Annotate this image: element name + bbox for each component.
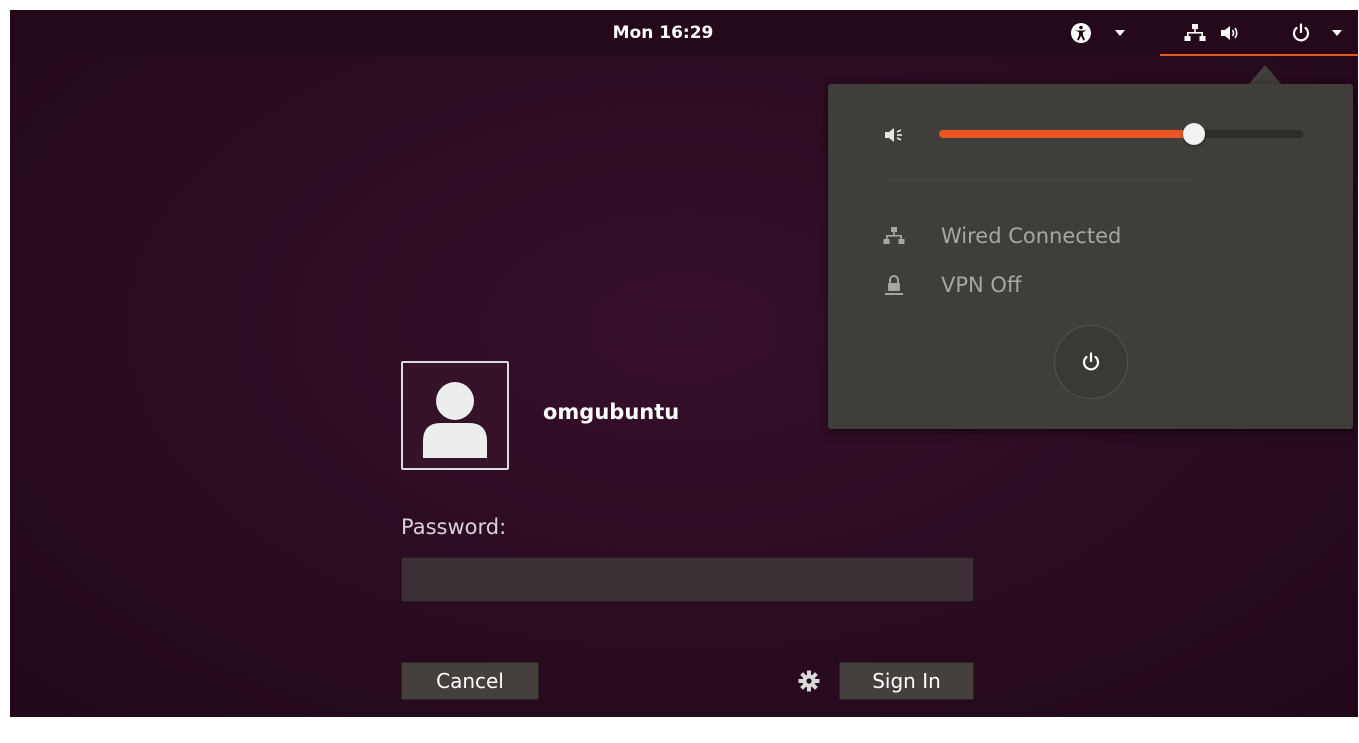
cancel-button[interactable]: Cancel: [401, 662, 539, 700]
top-bar: Mon 16:29: [10, 10, 1358, 56]
network-wired-icon: [880, 224, 908, 248]
vpn-menu-item[interactable]: VPN Off: [880, 270, 1021, 300]
network-status-label: Wired Connected: [941, 224, 1122, 248]
volume-slider-fill: [939, 130, 1194, 138]
user-avatar: [401, 361, 509, 470]
system-menu: Wired Connected VPN Off: [828, 84, 1353, 429]
power-off-button[interactable]: [1054, 325, 1128, 399]
popup-pointer: [1248, 65, 1282, 85]
vpn-status-label: VPN Off: [941, 273, 1022, 297]
volume-low-icon: [884, 124, 906, 146]
password-label: Password:: [401, 515, 507, 539]
accessibility-menu-arrow-icon[interactable]: [1115, 30, 1125, 36]
power-icon: [1082, 352, 1100, 371]
vpn-lock-icon: [880, 273, 908, 297]
system-menu-arrow-icon[interactable]: [1332, 30, 1342, 36]
volume-slider[interactable]: [939, 123, 1303, 145]
clock[interactable]: Mon 16:29: [10, 10, 1358, 56]
network-wired-icon[interactable]: [1183, 22, 1207, 44]
network-menu-item[interactable]: Wired Connected: [880, 221, 1121, 251]
sign-in-button[interactable]: Sign In: [839, 662, 974, 700]
username-label: omgubuntu: [543, 400, 680, 424]
volume-slider-handle[interactable]: [1182, 123, 1205, 145]
login-screen: Mon 16:29 Wired Connected VPN Off omgubu…: [10, 10, 1358, 717]
password-input[interactable]: [401, 557, 974, 602]
gear-icon[interactable]: [797, 669, 821, 693]
user-avatar-icon: [423, 382, 487, 458]
volume-icon[interactable]: [1218, 22, 1242, 44]
menu-separator: [883, 180, 1193, 181]
accessibility-icon[interactable]: [1069, 22, 1093, 44]
power-icon[interactable]: [1289, 22, 1313, 44]
active-indicator: [1160, 54, 1358, 56]
